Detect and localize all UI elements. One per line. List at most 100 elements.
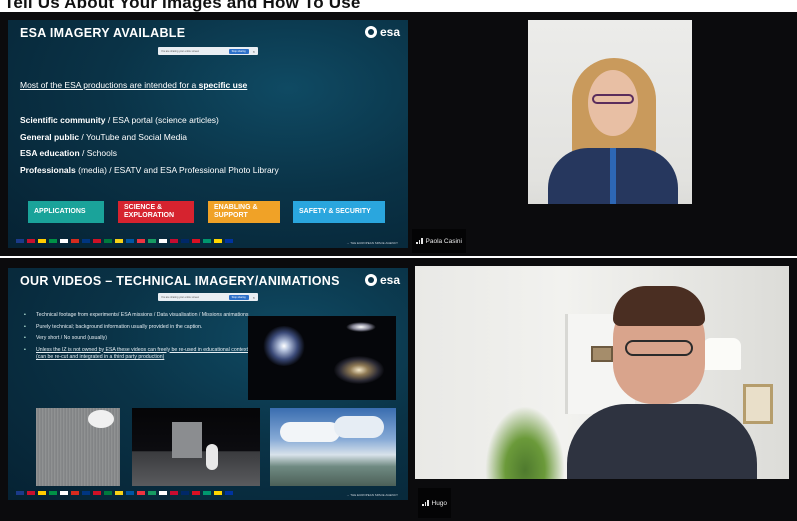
flag-icon — [214, 239, 222, 243]
participant-name-tag: Paola Casini — [412, 229, 466, 253]
member-flags-strip — [16, 490, 400, 496]
esa-logo: esa — [364, 273, 400, 287]
slide-title: ESA IMAGERY AVAILABLE — [20, 26, 186, 40]
category-science-exploration: SCIENCE & EXPLORATION — [118, 201, 194, 223]
glasses-shape — [625, 340, 693, 356]
flag-icon — [203, 239, 211, 243]
flag-icon — [126, 239, 134, 243]
flag-icon — [82, 239, 90, 243]
flag-icon — [38, 239, 46, 243]
flag-icon — [71, 239, 79, 243]
flag-icon — [181, 239, 189, 243]
moon-module-shape — [172, 422, 202, 458]
audience-item: ESA education / Schools — [20, 148, 117, 158]
flag-icon — [115, 491, 123, 495]
galaxy-image — [248, 316, 396, 400]
signal-icon — [416, 238, 423, 244]
audience-item: Professionals (media) / ESATV and ESA Pr… — [20, 164, 279, 175]
cloud-shape — [280, 422, 340, 442]
intro-text: Most of the ESA productions are intended… — [20, 80, 248, 90]
flag-icon — [126, 491, 134, 495]
flag-icon — [170, 491, 178, 495]
lab-footage-image — [36, 408, 120, 486]
flag-icon — [170, 239, 178, 243]
share-status-text: You are sharing your entire screen — [161, 295, 200, 299]
slide-title: OUR VIDEOS – TECHNICAL IMAGERY/ANIMATION… — [20, 274, 340, 288]
share-status-text: You are sharing your entire screen — [161, 49, 200, 53]
flag-icon — [148, 491, 156, 495]
flag-icon — [148, 239, 156, 243]
participant-name: Paola Casini — [425, 237, 463, 245]
landscape-image — [270, 408, 396, 486]
bullet-item: Very short / No sound (usually) — [22, 335, 252, 343]
stop-sharing-button[interactable]: Stop sharing — [228, 294, 249, 300]
flag-icon — [115, 239, 123, 243]
esa-logo-text: esa — [379, 25, 400, 39]
close-icon[interactable]: × — [253, 295, 255, 300]
flag-icon — [27, 491, 35, 495]
meeting-row-bottom: OUR VIDEOS – TECHNICAL IMAGERY/ANIMATION… — [0, 258, 797, 521]
galaxy-shape — [334, 356, 384, 384]
laptop-edge — [528, 204, 692, 248]
audience-list: Scientific community / ESA portal (scien… — [20, 112, 279, 178]
bullet-item: Technical footage from experiments/ ESA … — [22, 312, 252, 320]
esa-logo-icon — [364, 26, 377, 38]
flag-icon — [38, 491, 46, 495]
flag-icon — [104, 491, 112, 495]
bullet-item: Purely technical; background information… — [22, 324, 252, 332]
esa-logo-text: esa — [379, 273, 400, 287]
stop-sharing-button[interactable]: Stop sharing — [228, 48, 249, 54]
astronaut-shape — [206, 444, 218, 470]
plant-shape — [485, 406, 565, 486]
flag-icon — [93, 491, 101, 495]
hair-shape — [613, 286, 705, 326]
esa-logo: esa — [364, 25, 400, 39]
member-flags-strip — [16, 238, 400, 244]
esa-logo-icon — [364, 274, 377, 286]
meeting-row-top: ESA IMAGERY AVAILABLE esa You are sharin… — [0, 12, 797, 256]
category-enabling-support: ENABLING & SUPPORT — [208, 201, 280, 223]
flag-icon — [104, 239, 112, 243]
flag-icon — [27, 239, 35, 243]
category-safety-security: SAFETY & SECURITY — [293, 201, 385, 223]
flag-icon — [137, 239, 145, 243]
flag-icon — [214, 491, 222, 495]
participant-video-hugo[interactable] — [415, 266, 789, 499]
participant-video-paola[interactable] — [528, 20, 692, 248]
screen-share-bar: You are sharing your entire screen Stop … — [158, 47, 258, 55]
audience-item: Scientific community / ESA portal (scien… — [20, 115, 219, 125]
flag-icon — [203, 491, 211, 495]
flag-icon — [49, 239, 57, 243]
galaxy-shape — [262, 326, 306, 366]
audience-item: General public / YouTube and Social Medi… — [20, 131, 187, 142]
signal-icon — [422, 500, 429, 506]
flag-icon — [159, 491, 167, 495]
screen-share-bar: You are sharing your entire screen Stop … — [158, 293, 258, 301]
galaxy-shape — [346, 322, 376, 332]
flag-icon — [71, 491, 79, 495]
flag-icon — [82, 491, 90, 495]
flag-icon — [181, 491, 189, 495]
glasses-shape — [592, 94, 634, 104]
bullet-list: Technical footage from experiments/ ESA … — [22, 312, 252, 366]
close-icon[interactable]: × — [253, 49, 255, 54]
flag-icon — [93, 239, 101, 243]
lab-shape — [88, 410, 114, 428]
lanyard-shape — [610, 148, 616, 208]
flag-icon — [49, 491, 57, 495]
wall-art-shape — [743, 384, 773, 424]
agency-footer: → THE EUROPEAN SPACE AGENCY — [346, 493, 398, 497]
lamp-shape — [703, 338, 741, 370]
category-applications: APPLICATIONS — [28, 201, 104, 223]
flag-icon — [16, 239, 24, 243]
agency-footer: → THE EUROPEAN SPACE AGENCY — [346, 241, 398, 245]
shared-slide-technical-imagery[interactable]: OUR VIDEOS – TECHNICAL IMAGERY/ANIMATION… — [8, 268, 408, 500]
participant-name-tag: Hugo — [418, 488, 452, 518]
flag-icon — [159, 239, 167, 243]
picture-frame-shape — [591, 346, 613, 362]
flag-icon — [16, 491, 24, 495]
participant-name: Hugo — [431, 499, 448, 507]
flag-icon — [192, 239, 200, 243]
shared-slide-esa-imagery[interactable]: ESA IMAGERY AVAILABLE esa You are sharin… — [8, 20, 408, 248]
flag-icon — [137, 491, 145, 495]
